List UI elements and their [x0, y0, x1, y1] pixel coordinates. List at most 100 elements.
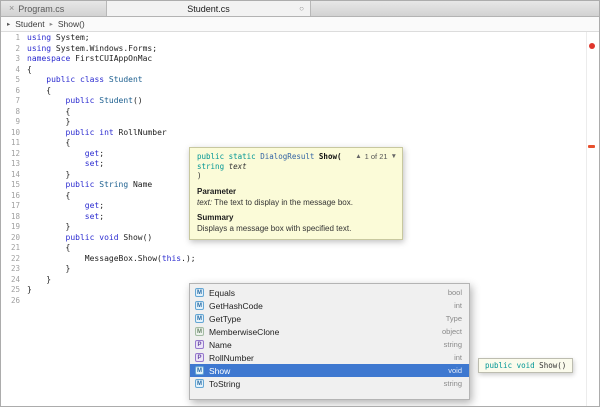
code-token: { — [27, 190, 71, 200]
code-line-1[interactable]: 1 using System; — [1, 33, 599, 44]
code-token: { — [27, 85, 52, 95]
code-line-9[interactable]: 9 } — [1, 117, 599, 128]
code-line-5[interactable]: 5 public class Student — [1, 75, 599, 86]
line-number: 25 — [10, 285, 20, 294]
completion-list: M Equals bool M GetHashCode int M GetType Type M M… — [189, 283, 470, 400]
code-text: } — [27, 169, 71, 181]
code-token: using — [27, 43, 52, 53]
code-token: namespace — [27, 54, 71, 63]
code-text: public String Name — [27, 180, 153, 191]
line-number: 14 — [10, 169, 20, 179]
error-line-marker[interactable] — [588, 145, 595, 148]
code-token: public static — [197, 152, 256, 161]
code-token: FirstCUIAppOnMac — [70, 54, 153, 63]
code-text: public Student() — [27, 96, 143, 107]
code-token: string — [197, 161, 225, 171]
ide-window: × Program.cs Student.cs ○ ▸ Student ▸ Sh… — [0, 0, 600, 407]
code-line-23[interactable]: 23 } — [1, 264, 599, 275]
code-token: () — [132, 96, 143, 105]
code-token: { — [27, 64, 32, 74]
pager-down-icon[interactable]: ▼ — [391, 153, 397, 160]
line-number: 22 — [10, 253, 20, 263]
method-icon: M — [195, 379, 204, 388]
line-number: 9 — [15, 117, 20, 126]
code-token: set — [84, 159, 100, 168]
code-line-7[interactable]: 7 public Student() — [1, 96, 599, 107]
code-token: class — [80, 75, 105, 84]
modified-dot-icon[interactable]: ○ — [299, 4, 304, 13]
code-token: public void — [485, 361, 535, 370]
code-line-2[interactable]: 2 using System.Windows.Forms; — [1, 44, 599, 55]
code-text: } — [27, 285, 32, 296]
code-line-6[interactable]: 6 { — [1, 86, 599, 97]
code-line-3[interactable]: 3 namespace FirstCUIAppOnMac — [1, 54, 599, 65]
line-number: 24 — [10, 274, 20, 284]
line-number: 16 — [10, 190, 20, 200]
code-text: using System; — [27, 33, 90, 44]
completion-item-equals[interactable]: M Equals bool — [190, 286, 469, 299]
summary-description: Displays a message box with specified te… — [197, 223, 352, 233]
code-token: Name — [128, 180, 153, 189]
line-number: 13 — [10, 159, 20, 168]
code-line-22[interactable]: 22 MessageBox.Show(this.); — [1, 254, 599, 265]
code-token: Show() — [118, 232, 153, 242]
code-token: this — [161, 253, 182, 263]
chevron-expander-icon[interactable]: ▸ — [7, 20, 10, 28]
method-icon: M — [195, 288, 204, 297]
signature-line: ) — [197, 171, 359, 181]
completion-item-gethashcode[interactable]: M GetHashCode int — [190, 299, 469, 312]
property-icon: P — [195, 353, 204, 362]
code-token: System; — [51, 33, 90, 42]
code-line-10[interactable]: 10 public int RollNumber — [1, 128, 599, 139]
code-token: } — [27, 285, 32, 294]
code-text: public int RollNumber — [27, 128, 167, 139]
code-line-8[interactable]: 8 { — [1, 107, 599, 118]
code-token: public — [46, 75, 76, 84]
chevron-right-icon: ▸ — [49, 21, 53, 28]
property-icon: P — [195, 340, 204, 349]
code-token: ; — [99, 148, 105, 158]
pager-up-icon[interactable]: ▲ — [355, 153, 361, 160]
code-text: { — [27, 65, 32, 76]
code-token: MessageBox.Show( — [27, 253, 162, 263]
completion-item-show[interactable]: M Show void — [190, 364, 469, 377]
code-token: String — [94, 180, 129, 189]
code-line-4[interactable]: 4{ — [1, 65, 599, 76]
breadcrumb-item-class[interactable]: Student — [15, 19, 44, 29]
code-token: } — [27, 117, 71, 126]
completion-item-memberwiseclone[interactable]: M MemberwiseClone object — [190, 325, 469, 338]
code-token: Student — [94, 96, 133, 105]
completion-item-gettype[interactable]: M GetType Type — [190, 312, 469, 325]
code-token: void — [99, 232, 119, 242]
completion-item-name[interactable]: P Name string — [190, 338, 469, 351]
line-number: 7 — [15, 96, 20, 105]
line-number: 23 — [10, 264, 20, 273]
code-text: set; — [27, 212, 104, 223]
breadcrumb-item-member[interactable]: Show() — [58, 19, 85, 29]
signature-line: string text — [197, 162, 359, 172]
tab-program-cs[interactable]: × Program.cs — [1, 1, 107, 16]
completion-return-type: int — [454, 301, 462, 310]
code-text: { — [27, 190, 71, 202]
completion-detail-tooltip: public void Show() — [478, 358, 574, 373]
close-icon[interactable]: × — [9, 4, 14, 13]
line-number: 6 — [15, 85, 20, 95]
completion-return-type: int — [454, 353, 462, 362]
code-token: } — [27, 169, 71, 179]
completion-label: RollNumber — [209, 352, 254, 363]
code-text: set; — [27, 159, 104, 170]
tab-student-cs[interactable]: Student.cs ○ — [107, 1, 311, 16]
signature-help-popup: ▲ 1 of 21 ▼ public static DialogResult S… — [189, 147, 403, 240]
line-number: 2 — [15, 43, 20, 53]
completion-item-rollnumber[interactable]: P RollNumber int — [190, 351, 469, 364]
error-indicator-icon[interactable] — [589, 43, 595, 49]
completion-item-tostring[interactable]: M ToString string — [190, 377, 469, 390]
code-token: { — [27, 106, 71, 116]
line-number: 20 — [10, 232, 20, 242]
overview-ruler[interactable] — [586, 32, 599, 406]
code-line-21[interactable]: 21 { — [1, 243, 599, 254]
code-text: } — [27, 117, 71, 128]
